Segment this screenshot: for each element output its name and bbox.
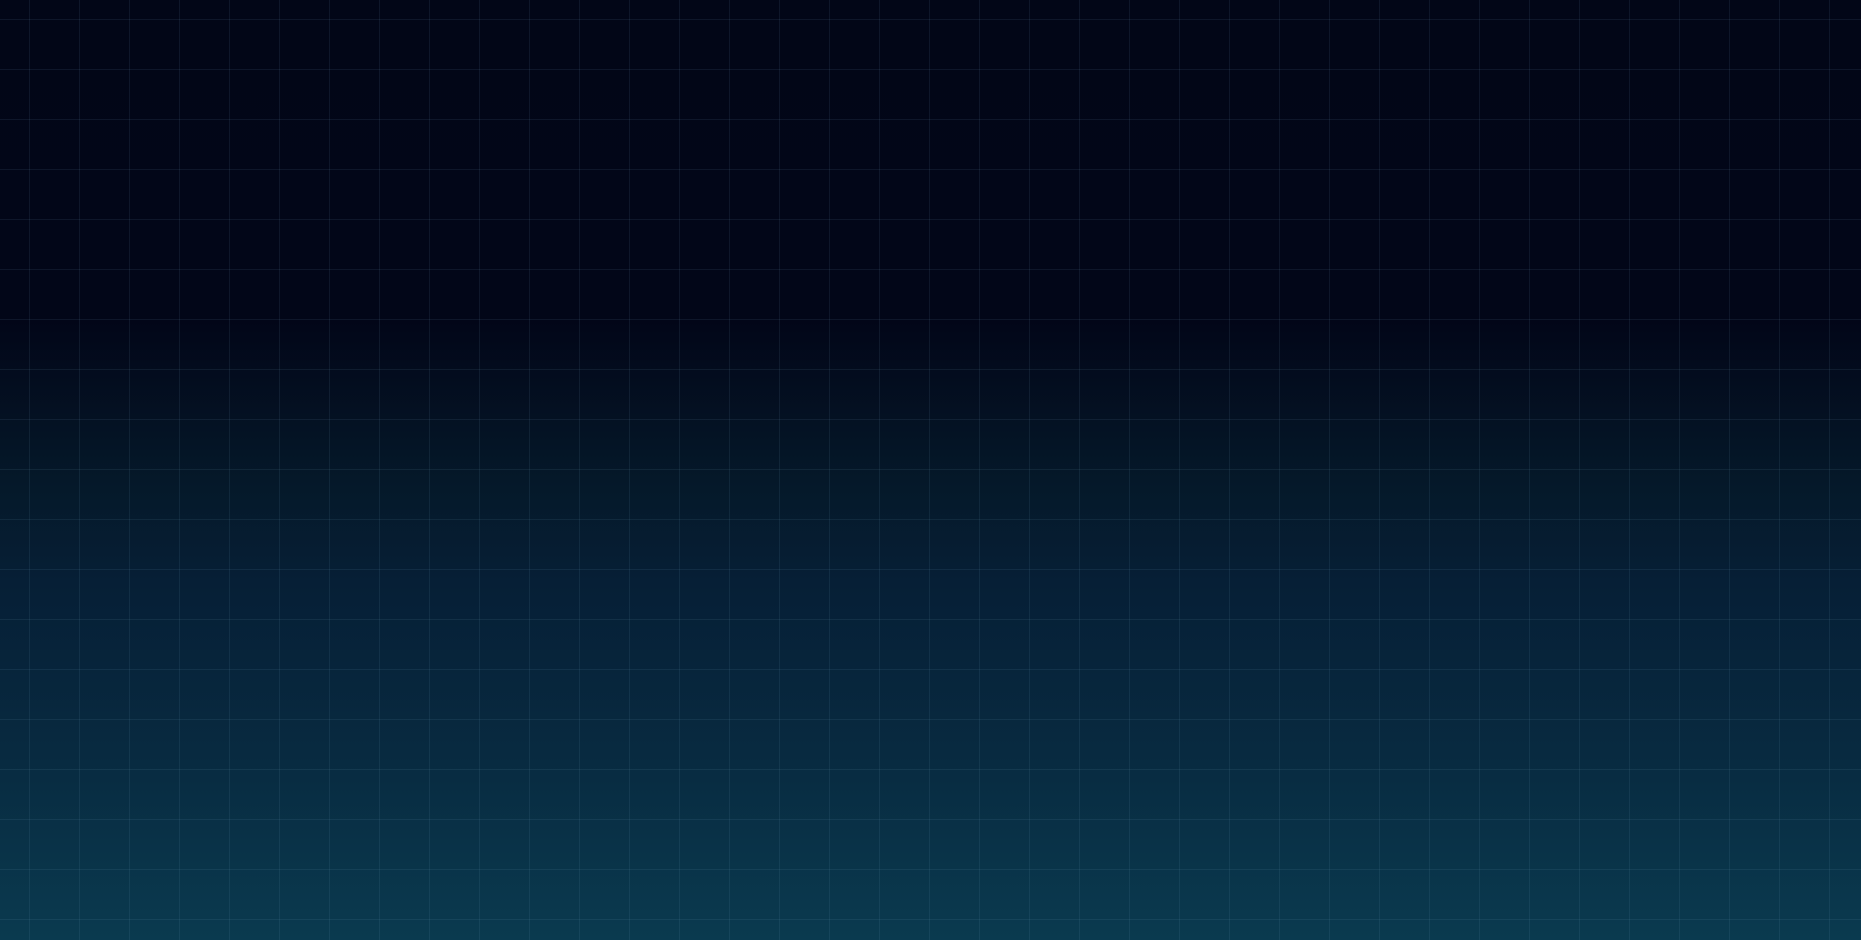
grid-background-canvas <box>0 0 1861 940</box>
app-viewport <box>0 0 1861 941</box>
